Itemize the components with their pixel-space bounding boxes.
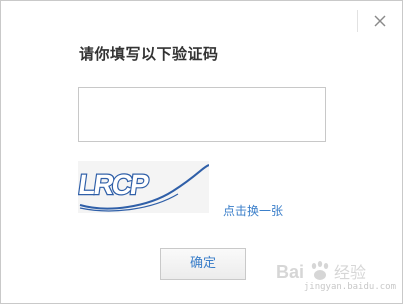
close-button[interactable] <box>368 9 392 33</box>
refresh-captcha-link[interactable]: 点击换一张 <box>223 202 283 219</box>
close-icon <box>374 15 386 27</box>
captcha-image[interactable]: LRCP <box>78 161 209 213</box>
watermark-url: jingyan.baidu.com <box>303 282 396 292</box>
confirm-button[interactable]: 确定 <box>160 248 246 280</box>
svg-text:经验: 经验 <box>334 263 366 282</box>
captcha-text: LRCP <box>78 169 150 200</box>
watermark: Bai 经验 jingyan.baidu.com <box>276 258 396 298</box>
dialog-title: 请你填写以下验证码 <box>79 45 219 63</box>
baidu-jingyan-logo: Bai 经验 <box>276 261 366 282</box>
captcha-dialog: 请你填写以下验证码 LRCP 点击换一张 确定 Bai 经验 jingyan.b… <box>0 0 403 304</box>
captcha-input[interactable] <box>78 87 326 142</box>
svg-text:Bai: Bai <box>276 262 304 282</box>
close-divider <box>357 10 358 32</box>
